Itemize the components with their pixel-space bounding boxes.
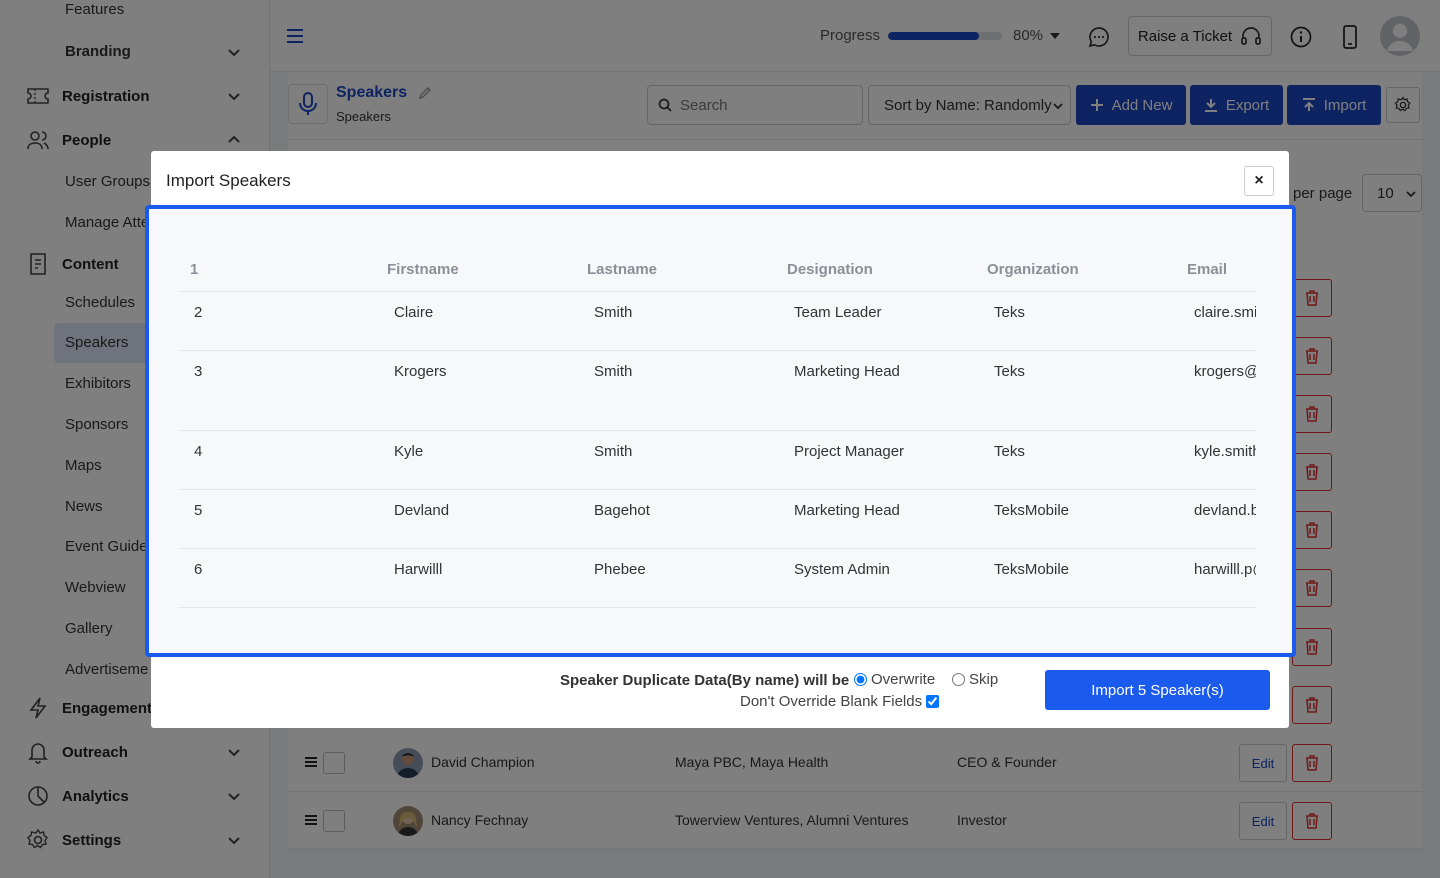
skip-option[interactable]: Skip	[952, 671, 998, 688]
row-number: 6	[194, 561, 203, 578]
row-number: 4	[194, 443, 203, 460]
lastname-cell: Phebee	[594, 561, 646, 578]
email-cell: devland.b@teksmobile.com	[1194, 502, 1256, 519]
overwrite-radio[interactable]	[854, 673, 867, 686]
organization-cell: Teks	[994, 304, 1025, 321]
import-preview-panel[interactable]: 1 Firstname Lastname Designation Organiz…	[145, 205, 1296, 657]
email-cell: krogers@teks.com	[1194, 363, 1256, 380]
lastname-cell: Smith	[594, 304, 633, 321]
firstname-cell: Harwilll	[394, 561, 443, 578]
designation-cell: Marketing Head	[794, 363, 900, 380]
column-header: Email	[1187, 261, 1228, 278]
table-row: 5 Devland Bagehot Marketing Head TeksMob…	[178, 490, 1256, 549]
column-header: Designation	[787, 261, 873, 278]
import-preview-table: 1 Firstname Lastname Designation Organiz…	[178, 243, 1256, 608]
designation-cell: Marketing Head	[794, 502, 900, 519]
firstname-cell: Claire	[394, 304, 434, 321]
column-header: Firstname	[387, 261, 459, 278]
row-number: 5	[194, 502, 203, 519]
email-cell: kyle.smith@teks.com	[1194, 443, 1256, 460]
lastname-cell: Bagehot	[594, 502, 650, 519]
firstname-cell: Krogers	[394, 363, 447, 380]
duplicate-data-label: Speaker Duplicate Data(By name) will be	[560, 672, 850, 689]
designation-cell: Project Manager	[794, 443, 905, 460]
dont-override-blank-option[interactable]: Don't Override Blank Fields	[740, 693, 940, 710]
row-number: 2	[194, 304, 203, 321]
skip-radio[interactable]	[952, 673, 965, 686]
table-row: 2 Claire Smith Team Leader Teks claire.s…	[178, 292, 1256, 351]
table-row: 3 Krogers Smith Marketing Head Teks krog…	[178, 351, 1256, 431]
firstname-cell: Devland	[394, 502, 450, 519]
table-row: 6 Harwilll Phebee System Admin TeksMobil…	[178, 549, 1256, 608]
designation-cell: Team Leader	[794, 304, 882, 321]
email-cell: claire.smith@teks.com	[1194, 304, 1256, 321]
close-button[interactable]: ×	[1244, 166, 1274, 196]
table-row: 4 Kyle Smith Project Manager Teks kyle.s…	[178, 431, 1256, 490]
close-icon: ×	[1254, 172, 1264, 189]
table-header-row: 1 Firstname Lastname Designation Organiz…	[178, 243, 1256, 292]
modal-title: Import Speakers	[166, 171, 291, 190]
column-header: Organization	[987, 261, 1079, 278]
organization-cell: TeksMobile	[994, 502, 1070, 519]
dont-override-blank-checkbox[interactable]	[926, 695, 940, 708]
import-speakers-modal: Import Speakers × 1 Firstname Lastname D…	[145, 151, 1296, 728]
firstname-cell: Kyle	[394, 443, 424, 460]
designation-cell: System Admin	[794, 561, 890, 578]
email-cell: harwilll.p@teksmobile.com	[1194, 561, 1256, 578]
import-speakers-button[interactable]: Import 5 Speaker(s)	[1045, 670, 1270, 710]
lastname-cell: Smith	[594, 443, 633, 460]
organization-cell: Teks	[994, 443, 1025, 460]
column-header: 1	[190, 261, 199, 278]
overwrite-option[interactable]: Overwrite	[854, 671, 935, 688]
column-header: Lastname	[587, 261, 658, 278]
lastname-cell: Smith	[594, 363, 633, 380]
row-number: 3	[194, 363, 203, 380]
organization-cell: TeksMobile	[994, 561, 1070, 578]
organization-cell: Teks	[994, 363, 1025, 380]
